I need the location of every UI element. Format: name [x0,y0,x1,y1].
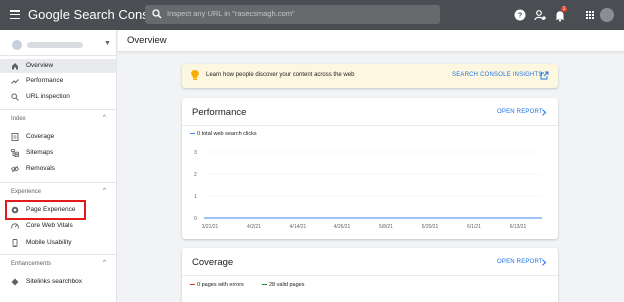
section-index-header[interactable]: Index ^ [0,114,116,126]
y-tick-label: 2 [194,172,197,178]
legend-errors[interactable]: 0 pages with errors [190,282,244,288]
sidebar-item-label: Coverage [26,133,55,140]
smartphone-icon [12,239,18,247]
sidebar-item-performance[interactable]: Performance [0,74,116,88]
speed-icon [11,223,19,229]
y-tick-label: 0 [194,216,197,222]
legend-label: 28 valid pages [269,282,305,288]
sidebar-item-label: Performance [26,77,64,84]
x-tick-label: 5/20/21 [422,224,439,230]
y-tick-label: 3 [194,150,197,156]
url-inspection-search[interactable]: Inspect any URL in "rasecsmagh.com" [145,5,440,24]
visibility-off-icon [11,165,19,173]
coverage-title: Coverage [192,257,234,268]
legend-swatch [190,132,195,135]
legend-swatch [190,283,195,286]
sidebar-item-sitelinks-searchbox[interactable]: Sitelinks searchbox [0,275,116,289]
chevron-up-icon: ^ [103,188,106,194]
coverage-open-report-link[interactable]: OPEN REPORT [497,259,543,265]
sidebar-item-sitemaps[interactable]: Sitemaps [0,146,116,160]
x-tick-label: 3/21/21 [202,224,219,230]
performance-chart: 0 1 2 3 3/21/21 4/2/21 4/14/21 4/26/21 5/8/21 5/2… [194,150,542,230]
x-tick-label: 4/14/21 [290,224,307,230]
sidebar-item-mobile-usability[interactable]: Mobile Usability [0,236,116,250]
x-tick-label: 4/2/21 [247,224,261,230]
insights-banner-text: Learn how people discover your content a… [206,72,355,78]
help-icon[interactable]: ? [513,8,527,22]
sidebar-item-label: Sitemaps [26,149,54,156]
sidebar-item-label: URL inspection [26,93,70,100]
enhancement-icon [11,278,19,286]
search-console-insights-link[interactable]: SEARCH CONSOLE INSIGHTS [452,72,543,78]
sidebar-item-label: Overview [26,62,54,69]
divider [182,125,558,126]
legend-swatch [262,283,267,286]
section-label: Enhancements [11,261,52,267]
section-label: Index [11,116,26,122]
chevron-up-icon: ^ [103,260,106,266]
search-icon [152,9,162,19]
chevron-up-icon: ^ [103,115,106,121]
notification-count-badge: 1 [561,6,567,12]
section-experience-header[interactable]: Experience ^ [0,187,116,199]
section-label: Experience [11,189,42,195]
legend-label: 0 pages with errors [197,282,244,288]
sitemap-icon [11,149,19,157]
divider [182,275,558,276]
performance-open-report-link[interactable]: OPEN REPORT [497,109,543,115]
main-header: Overview [118,30,624,52]
property-selector[interactable]: ▼ [8,36,112,54]
coverage-icon [11,133,19,141]
home-icon [12,63,18,70]
apps-grid-icon[interactable] [583,8,597,22]
chevron-right-icon[interactable] [541,259,547,266]
divider [0,55,116,56]
coverage-card: Coverage OPEN REPORT 0 pages with errors… [182,248,558,302]
open-in-new-icon[interactable] [540,71,549,80]
top-app-bar: Google Search Console Inspect any URL in… [0,0,624,30]
svg-text:?: ? [518,11,523,20]
sidebar-item-coverage[interactable]: Coverage [0,130,116,144]
property-name [27,42,83,48]
legend-label: 0 total web search clicks [197,131,257,137]
sidebar-item-removals[interactable]: Removals [0,162,116,176]
sidebar-item-overview[interactable]: Overview [0,59,116,73]
x-tick-label: 6/1/21 [467,224,481,230]
account-avatar[interactable] [600,8,614,22]
sidebar-item-label: Sitelinks searchbox [26,278,82,285]
section-enhancements-header[interactable]: Enhancements ^ [0,259,116,271]
search-placeholder: Inspect any URL in "rasecsmagh.com" [167,9,295,18]
sidebar-item-url-inspection[interactable]: URL inspection [0,90,116,104]
sidebar-item-core-web-vitals[interactable]: Core Web Vitals [0,219,116,233]
manage-users-icon[interactable] [533,8,547,22]
x-tick-label: 5/8/21 [379,224,393,230]
performance-title: Performance [192,107,247,118]
annotation-highlight-box [5,200,86,220]
divider [0,182,116,183]
performance-card: Performance OPEN REPORT 0 total web sear… [182,98,558,239]
x-tick-label: 6/13/21 [510,224,527,230]
trending-up-icon [11,79,19,84]
insights-banner: Learn how people discover your content a… [182,64,558,88]
y-tick-label: 1 [194,194,197,200]
sidebar-item-label: Removals [26,165,55,172]
divider [0,109,116,110]
property-globe-icon [12,40,22,50]
x-tick-label: 4/26/21 [334,224,351,230]
page-title: Overview [127,35,167,46]
chevron-down-icon: ▼ [104,40,111,47]
legend-valid[interactable]: 28 valid pages [262,282,304,288]
lightbulb-icon [191,70,199,80]
menu-icon[interactable] [10,10,20,20]
sidebar-item-label: Mobile Usability [26,239,72,246]
divider [0,254,116,255]
sidebar-item-label: Core Web Vitals [26,222,73,229]
sidebar: ▼ Overview Performance URL inspection In… [0,30,117,302]
chart-legend[interactable]: 0 total web search clicks [190,131,257,137]
search-icon [11,93,19,101]
chevron-right-icon[interactable] [541,109,547,116]
